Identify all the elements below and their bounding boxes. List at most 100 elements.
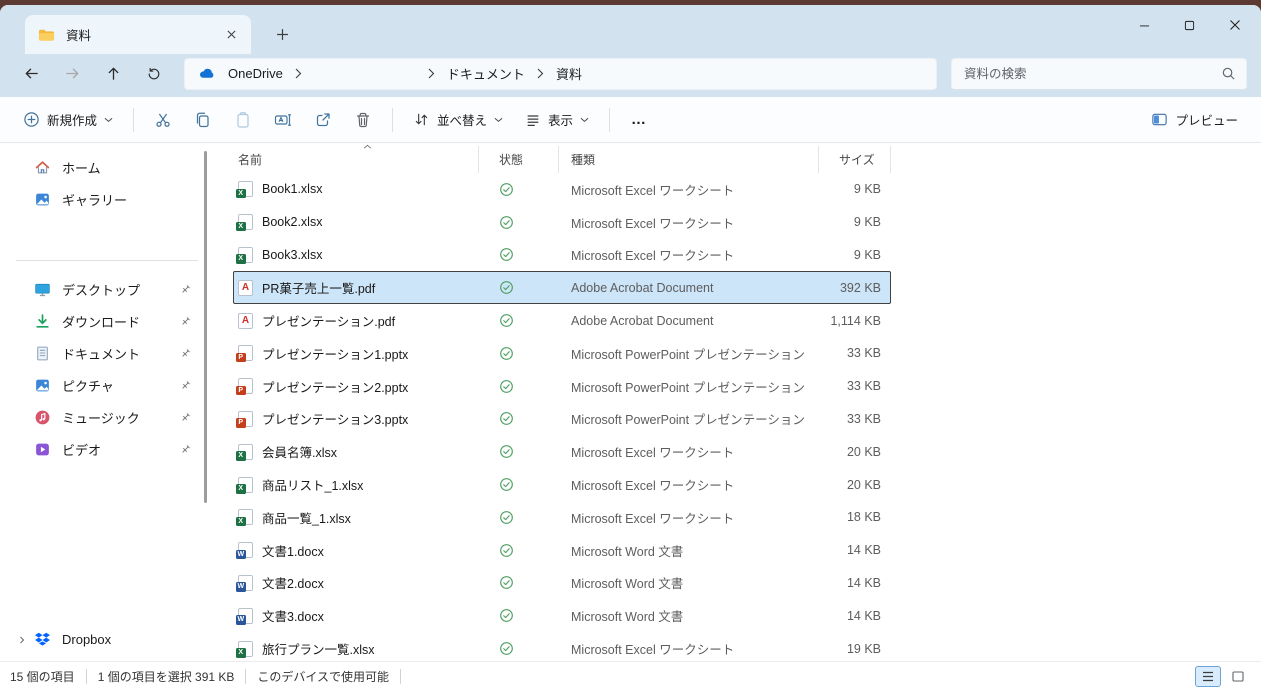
main-area: ホームギャラリー デスクトップダウンロードドキュメントピクチャミュージックビデオ…	[0, 143, 1261, 661]
more-icon: …	[631, 111, 647, 128]
sidebar-item-downloads[interactable]: ダウンロード	[6, 306, 200, 337]
file-size: 14 KB	[819, 576, 891, 590]
more-button[interactable]: …	[619, 102, 659, 138]
file-row[interactable]: X商品リスト_1.xlsxMicrosoft Excel ワークシート20 KB	[233, 468, 891, 501]
close-icon	[226, 29, 237, 40]
word-file-icon: W	[238, 608, 253, 624]
address-bar[interactable]: OneDrive ドキュメント 資料	[184, 58, 937, 90]
file-size: 1,114 KB	[819, 314, 891, 328]
close-button[interactable]	[1212, 9, 1257, 41]
new-tab-button[interactable]	[265, 17, 299, 51]
column-header-size[interactable]: サイズ	[819, 146, 891, 173]
file-name: 文書1.docx	[262, 541, 324, 560]
sidebar-item-music[interactable]: ミュージック	[6, 402, 200, 433]
cut-icon	[154, 111, 172, 129]
chevron-right-icon[interactable]	[16, 634, 28, 646]
file-type: Microsoft Excel ワークシート	[559, 508, 819, 527]
breadcrumb-current-folder[interactable]: 資料	[552, 64, 586, 83]
minimize-icon	[1139, 20, 1150, 31]
pin-icon	[179, 411, 192, 424]
file-row[interactable]: X会員名簿.xlsxMicrosoft Excel ワークシート20 KB	[233, 435, 891, 468]
search-input[interactable]	[964, 67, 1221, 81]
file-row[interactable]: Aプレゼンテーション.pdfAdobe Acrobat Document1,11…	[233, 304, 891, 337]
chevron-right-icon[interactable]	[537, 68, 544, 79]
column-header-status[interactable]: 状態	[479, 146, 559, 173]
file-row[interactable]: XBook1.xlsxMicrosoft Excel ワークシート9 KB	[233, 173, 891, 206]
file-row[interactable]: Pプレゼンテーション3.pptxMicrosoft PowerPoint プレゼ…	[233, 403, 891, 436]
sync-status-icon	[479, 575, 559, 590]
sync-status-icon	[479, 543, 559, 558]
view-button[interactable]: 表示	[514, 102, 600, 138]
file-row[interactable]: W文書2.docxMicrosoft Word 文書14 KB	[233, 567, 891, 600]
file-size: 392 KB	[819, 281, 891, 295]
file-row[interactable]: Pプレゼンテーション2.pptxMicrosoft PowerPoint プレゼ…	[233, 370, 891, 403]
sidebar-item-label: Dropbox	[62, 632, 192, 647]
sidebar-item-documents[interactable]: ドキュメント	[6, 338, 200, 369]
rename-button[interactable]	[263, 102, 303, 138]
file-row[interactable]: XBook2.xlsxMicrosoft Excel ワークシート9 KB	[233, 206, 891, 239]
details-view-button[interactable]	[1195, 666, 1221, 687]
sidebar-item-home[interactable]: ホーム	[6, 152, 200, 183]
file-row[interactable]: W文書3.docxMicrosoft Word 文書14 KB	[233, 599, 891, 632]
file-name-cell: APR菓子売上一覧.pdf	[233, 278, 479, 297]
file-row[interactable]: X商品一覧_1.xlsxMicrosoft Excel ワークシート18 KB	[233, 501, 891, 534]
delete-button[interactable]	[343, 102, 383, 138]
file-row[interactable]: APR菓子売上一覧.pdfAdobe Acrobat Document392 K…	[233, 271, 891, 304]
file-row[interactable]: X旅行プラン一覧.xlsxMicrosoft Excel ワークシート19 KB	[233, 632, 891, 661]
icons-view-button[interactable]	[1225, 666, 1251, 687]
file-name-cell: Pプレゼンテーション3.pptx	[233, 409, 479, 428]
refresh-button[interactable]	[137, 58, 171, 90]
minimize-button[interactable]	[1122, 9, 1167, 41]
explorer-tab[interactable]: 資料	[25, 15, 251, 54]
sidebar-item-dropbox[interactable]: Dropbox	[6, 624, 200, 655]
file-name: プレゼンテーション3.pptx	[262, 409, 408, 428]
file-name: 文書3.docx	[262, 606, 324, 625]
breadcrumb-onedrive[interactable]: OneDrive	[224, 66, 287, 81]
sidebar-item-gallery[interactable]: ギャラリー	[6, 184, 200, 215]
file-name: 商品リスト_1.xlsx	[262, 475, 363, 494]
up-button[interactable]	[96, 58, 130, 90]
preview-button[interactable]: プレビュー	[1140, 102, 1249, 138]
pin-icon	[179, 347, 192, 360]
pictures-icon	[34, 377, 51, 394]
file-name: 旅行プラン一覧.xlsx	[262, 639, 375, 658]
forward-button[interactable]	[55, 58, 89, 90]
videos-icon	[34, 441, 51, 458]
availability-status: このデバイスで使用可能	[257, 668, 389, 685]
chevron-down-icon	[104, 117, 113, 123]
file-name: 商品一覧_1.xlsx	[262, 508, 351, 527]
sync-status-icon	[479, 346, 559, 361]
sidebar-item-videos[interactable]: ビデオ	[6, 434, 200, 465]
chevron-right-icon[interactable]	[295, 68, 302, 79]
file-row[interactable]: Pプレゼンテーション1.pptxMicrosoft PowerPoint プレゼ…	[233, 337, 891, 370]
selection-info: 1 個の項目を選択 391 KB	[98, 668, 235, 685]
file-row[interactable]: XBook3.xlsxMicrosoft Excel ワークシート9 KB	[233, 239, 891, 272]
tab-close-button[interactable]	[219, 23, 243, 47]
search-icon[interactable]	[1221, 66, 1236, 81]
maximize-button[interactable]	[1167, 9, 1212, 41]
sidebar-item-desktop[interactable]: デスクトップ	[6, 274, 200, 305]
search-box[interactable]	[951, 58, 1247, 90]
music-icon	[34, 409, 51, 426]
paste-button[interactable]	[223, 102, 263, 138]
column-header-type[interactable]: 種類	[559, 146, 819, 173]
cut-button[interactable]	[143, 102, 183, 138]
file-row[interactable]: W文書1.docxMicrosoft Word 文書14 KB	[233, 534, 891, 567]
file-name: プレゼンテーション1.pptx	[262, 344, 408, 363]
plus-circle-icon	[23, 111, 40, 128]
breadcrumb-documents[interactable]: ドキュメント	[443, 64, 529, 83]
file-name: プレゼンテーション.pdf	[262, 311, 395, 330]
share-button[interactable]	[303, 102, 343, 138]
new-button[interactable]: 新規作成	[12, 102, 124, 138]
view-toggle-group	[1195, 666, 1251, 687]
chevron-right-icon[interactable]	[428, 68, 435, 79]
sidebar-scrollbar[interactable]	[204, 151, 207, 503]
sidebar-item-label: ピクチャ	[62, 376, 179, 395]
new-button-label: 新規作成	[47, 110, 97, 129]
sort-button[interactable]: 並べ替え	[402, 102, 514, 138]
gallery-icon	[34, 191, 51, 208]
column-header-name[interactable]: 名前	[233, 146, 479, 173]
sidebar-item-pictures[interactable]: ピクチャ	[6, 370, 200, 401]
back-button[interactable]	[14, 58, 48, 90]
copy-button[interactable]	[183, 102, 223, 138]
